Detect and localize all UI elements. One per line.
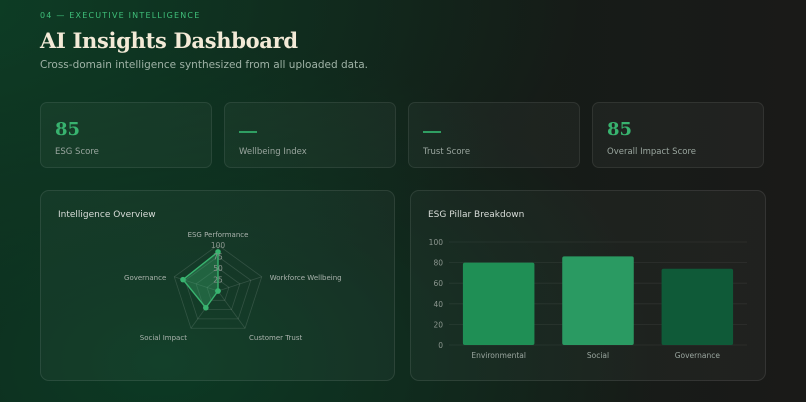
radar-axis-label: ESG Performance (188, 231, 249, 239)
kpi-value: 85 (607, 119, 633, 140)
radar-chart: 100 75 50 25 ESG Performance Workforce Wellbe… (124, 231, 342, 342)
radar-axis-label: Governance (124, 274, 166, 282)
bar-social[interactable] (562, 256, 634, 345)
radar-tick-label: 100 (211, 241, 226, 250)
kpi-card-esg-score[interactable]: 85 ESG Score (40, 102, 212, 168)
page: 04 — EXECUTIVE INTELLIGENCE AI Insights … (40, 0, 766, 402)
kpi-empty-value (423, 131, 441, 133)
radar-tick-label: 50 (213, 264, 223, 273)
x-tick-label: Environmental (471, 351, 526, 360)
radar-axis-label: Workforce Wellbeing (270, 274, 342, 282)
page-subtitle: Cross-domain intelligence synthesized fr… (40, 59, 369, 71)
kpi-label: Wellbeing Index (239, 147, 307, 157)
esg-pillar-breakdown-card: ESG Pillar Breakdown 0 20 40 60 80 100 Environ… (410, 190, 766, 381)
kpi-value: 85 (55, 119, 81, 140)
kpi-label: Overall Impact Score (607, 147, 696, 157)
kpi-label: ESG Score (55, 147, 99, 157)
y-tick-label: 80 (433, 259, 443, 268)
radar-point[interactable] (215, 288, 221, 294)
kpi-empty-value (239, 131, 257, 133)
radar-tick-label: 25 (213, 276, 223, 285)
y-tick-label: 40 (433, 300, 443, 309)
bar-governance[interactable] (661, 268, 734, 345)
y-tick-label: 60 (433, 279, 443, 288)
y-tick-label: 20 (433, 320, 443, 329)
radar-axis-label: Social Impact (140, 334, 187, 342)
radar-axis-label: Customer Trust (249, 334, 302, 342)
y-tick-label: 0 (438, 341, 443, 350)
kpi-card-wellbeing-index[interactable]: Wellbeing Index (224, 102, 396, 168)
y-tick-label: 100 (429, 238, 444, 247)
radar-tick-label: 75 (213, 253, 223, 262)
page-title: AI Insights Dashboard (40, 28, 298, 53)
kpi-label: Trust Score (423, 147, 471, 157)
radar-point[interactable] (203, 304, 209, 311)
bar-environmental[interactable] (462, 262, 535, 345)
x-tick-label: Governance (675, 351, 721, 360)
section-eyebrow: 04 — EXECUTIVE INTELLIGENCE (40, 11, 201, 20)
bar-chart: 0 20 40 60 80 100 Environmental Social Governanc… (429, 238, 747, 360)
kpi-row: 85 ESG Score Wellbeing Index Trust Score… (40, 102, 766, 170)
kpi-card-trust-score[interactable]: Trust Score (408, 102, 580, 168)
intelligence-overview-card: Intelligence Overview 100 75 50 25 ESG Perfo… (40, 190, 395, 381)
kpi-card-overall-impact-score[interactable]: 85 Overall Impact Score (592, 102, 764, 168)
radar-point[interactable] (180, 276, 186, 283)
x-tick-label: Social (587, 351, 609, 360)
